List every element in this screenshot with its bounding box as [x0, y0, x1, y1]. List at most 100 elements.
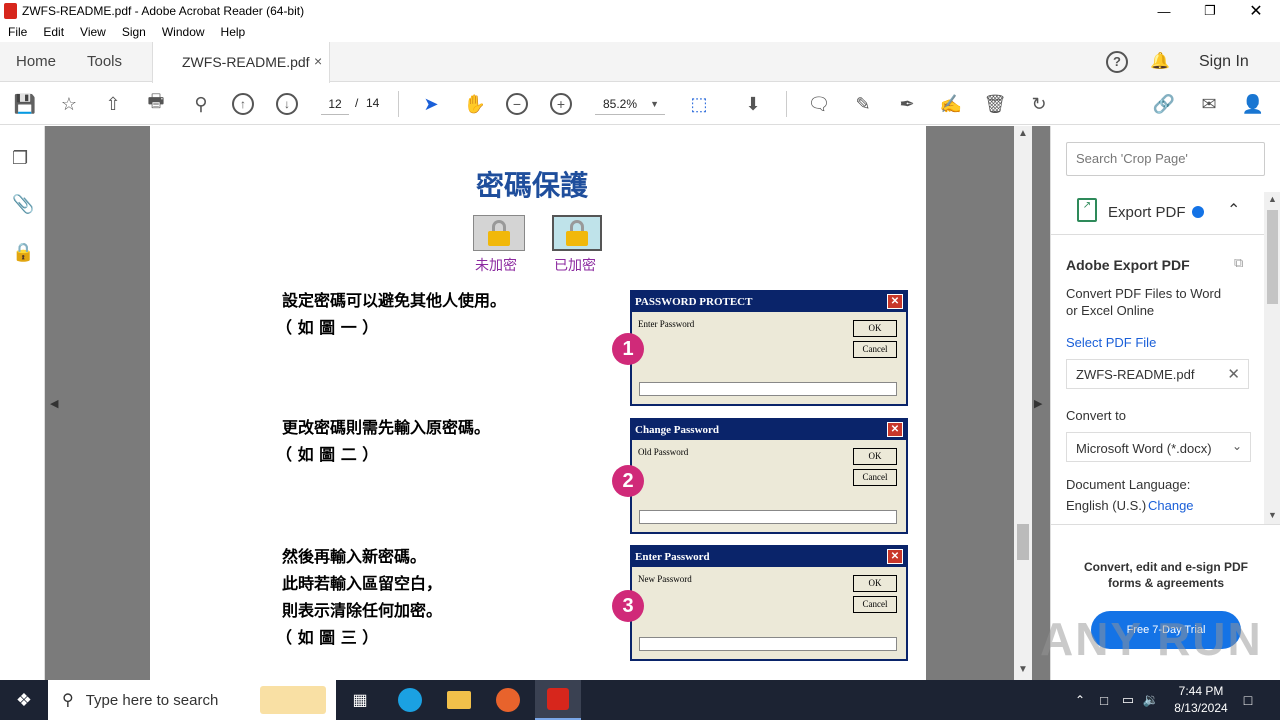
- menu-file[interactable]: File: [8, 25, 27, 39]
- task-view-icon[interactable]: ▦: [340, 680, 380, 720]
- rotate-icon[interactable]: ↻: [1026, 91, 1052, 117]
- dialog-title: Change Password: [635, 424, 720, 436]
- page-separator: /: [355, 96, 359, 110]
- watermark-text: ANY RUN: [1040, 613, 1263, 665]
- scroll-up-icon[interactable]: ▲: [1018, 128, 1028, 139]
- comment-icon[interactable]: 🗨: [806, 91, 832, 117]
- attachment-icon[interactable]: 📎: [12, 194, 34, 216]
- sign-in-link[interactable]: Sign In: [1199, 42, 1249, 82]
- link-icon[interactable]: 🔗: [1151, 91, 1177, 117]
- firefox-icon[interactable]: [488, 680, 528, 720]
- scroll-thumb[interactable]: [1017, 524, 1029, 560]
- tray-chevron-icon[interactable]: ⌃: [1070, 680, 1090, 720]
- fill-sign-icon[interactable]: ✍: [938, 91, 964, 117]
- zoom-select[interactable]: 85.2% ▼: [595, 93, 665, 115]
- acrobat-taskbar-icon[interactable]: [535, 680, 581, 720]
- block-3-line: 則表示清除任何加密。: [282, 601, 443, 620]
- block-3-line: 然後再輸入新密碼。: [282, 547, 427, 566]
- hand-icon[interactable]: ✋: [462, 91, 488, 117]
- format-value: Microsoft Word (*.docx): [1076, 441, 1212, 456]
- scroll-up-icon[interactable]: ▲: [1268, 194, 1277, 204]
- unlocked-lock-icon: [473, 215, 525, 251]
- document-security-icon[interactable]: 🔒: [12, 242, 34, 264]
- export-pdf-header[interactable]: ↗ Export PDF ⌃: [1051, 190, 1265, 234]
- notification-icon[interactable]: □: [1236, 680, 1260, 720]
- panel-scrollbar[interactable]: ▲ ▼: [1264, 192, 1280, 524]
- volume-icon[interactable]: 🔉: [1140, 680, 1162, 720]
- tab-close-icon[interactable]: ×: [314, 53, 322, 69]
- prev-page-icon[interactable]: ↑: [232, 93, 254, 115]
- minimize-button[interactable]: —: [1141, 0, 1187, 22]
- collapse-left-icon[interactable]: ◀: [50, 397, 58, 410]
- email-icon[interactable]: ✉: [1196, 91, 1222, 117]
- bell-icon[interactable]: 🔔: [1150, 51, 1170, 71]
- copy-icon[interactable]: ⧉: [1234, 255, 1243, 271]
- divider: [1051, 234, 1265, 235]
- format-select[interactable]: Microsoft Word (*.docx) ⌄: [1066, 432, 1251, 462]
- selected-file-name: ZWFS-README.pdf: [1076, 367, 1195, 382]
- clock[interactable]: 7:44 PM 8/13/2024: [1166, 683, 1236, 717]
- block-1-line: （ 如 圖 一 ）: [276, 318, 379, 337]
- select-cursor-icon[interactable]: ➤: [418, 91, 444, 117]
- collapse-chevron-icon[interactable]: ⌃: [1227, 200, 1240, 220]
- scroll-mode-icon[interactable]: ⬇: [740, 91, 766, 117]
- pages-icon[interactable]: ❐: [12, 148, 32, 170]
- edge-icon[interactable]: [390, 680, 430, 720]
- doc-language-value: English (U.S.): [1066, 498, 1147, 513]
- export-description: Convert PDF Files to Word or Excel Onlin…: [1066, 286, 1222, 318]
- info-badge-icon: [1192, 206, 1204, 218]
- menu-view[interactable]: View: [80, 25, 106, 39]
- highlight-pen-icon[interactable]: ✎: [850, 91, 876, 117]
- fit-page-icon[interactable]: ⬚: [686, 91, 712, 117]
- zoom-search-icon[interactable]: ⚲: [188, 91, 214, 117]
- dialog-ok-button: OK: [853, 575, 897, 592]
- dialog-field-label: Old Password: [638, 447, 689, 457]
- dialog-field-label: New Password: [638, 574, 692, 584]
- trash-icon[interactable]: 🗑: [982, 91, 1008, 117]
- search-highlight-icon: [260, 686, 326, 714]
- step-badge: 2: [612, 465, 644, 497]
- scroll-down-icon[interactable]: ▼: [1018, 664, 1028, 675]
- panel-scroll-thumb[interactable]: [1267, 210, 1278, 304]
- page-total: 14: [366, 96, 380, 110]
- add-user-icon[interactable]: 👤: [1240, 91, 1266, 117]
- star-icon[interactable]: ☆: [56, 91, 82, 117]
- dialog-password-field: [639, 510, 897, 524]
- change-language-link[interactable]: Change: [1148, 498, 1194, 513]
- doc-language-label: Document Language:: [1066, 477, 1191, 492]
- tab-tools[interactable]: Tools: [87, 42, 122, 82]
- next-page-icon[interactable]: ↓: [276, 93, 298, 115]
- print-icon[interactable]: 🖶: [143, 91, 169, 117]
- expand-right-icon[interactable]: ▶: [1034, 397, 1042, 410]
- select-pdf-link[interactable]: Select PDF File: [1066, 335, 1156, 350]
- zoom-in-icon[interactable]: +: [550, 93, 572, 115]
- enter-password-dialog: Enter Password ✕ New Password OK Cancel: [630, 545, 908, 661]
- network-icon[interactable]: □: [1094, 680, 1114, 720]
- left-rail: ❐ 📎 🔒: [0, 126, 45, 680]
- step-badge: 1: [612, 333, 644, 365]
- help-icon[interactable]: ?: [1106, 51, 1128, 73]
- draw-icon[interactable]: ✒: [894, 91, 920, 117]
- menu-edit[interactable]: Edit: [43, 25, 64, 39]
- scroll-down-icon[interactable]: ▼: [1268, 510, 1277, 520]
- remove-file-icon[interactable]: ✕: [1227, 365, 1240, 383]
- taskbar-search-box[interactable]: ⚲ Type here to search: [48, 680, 336, 720]
- tools-search-input[interactable]: Search 'Crop Page': [1066, 142, 1265, 176]
- tab-document[interactable]: ZWFS-README.pdf ×: [152, 42, 330, 83]
- menu-help[interactable]: Help: [221, 25, 246, 39]
- save-icon[interactable]: 💾: [12, 91, 38, 117]
- document-scrollbar[interactable]: ▲ ▼: [1014, 126, 1032, 680]
- page-number-input[interactable]: 12: [321, 93, 349, 115]
- dialog-cancel-button: Cancel: [853, 341, 897, 358]
- file-explorer-icon[interactable]: [439, 680, 479, 720]
- windows-start-icon[interactable]: ❖: [0, 680, 48, 720]
- tab-home[interactable]: Home: [16, 42, 56, 82]
- step-badge: 3: [612, 590, 644, 622]
- close-button[interactable]: ✕: [1233, 0, 1279, 22]
- menu-window[interactable]: Window: [162, 25, 205, 39]
- menu-sign[interactable]: Sign: [122, 25, 146, 39]
- display-icon[interactable]: ▭: [1118, 680, 1138, 720]
- zoom-out-icon[interactable]: −: [506, 93, 528, 115]
- maximize-button[interactable]: ❐: [1187, 0, 1233, 22]
- upload-icon[interactable]: ⇧: [100, 91, 126, 117]
